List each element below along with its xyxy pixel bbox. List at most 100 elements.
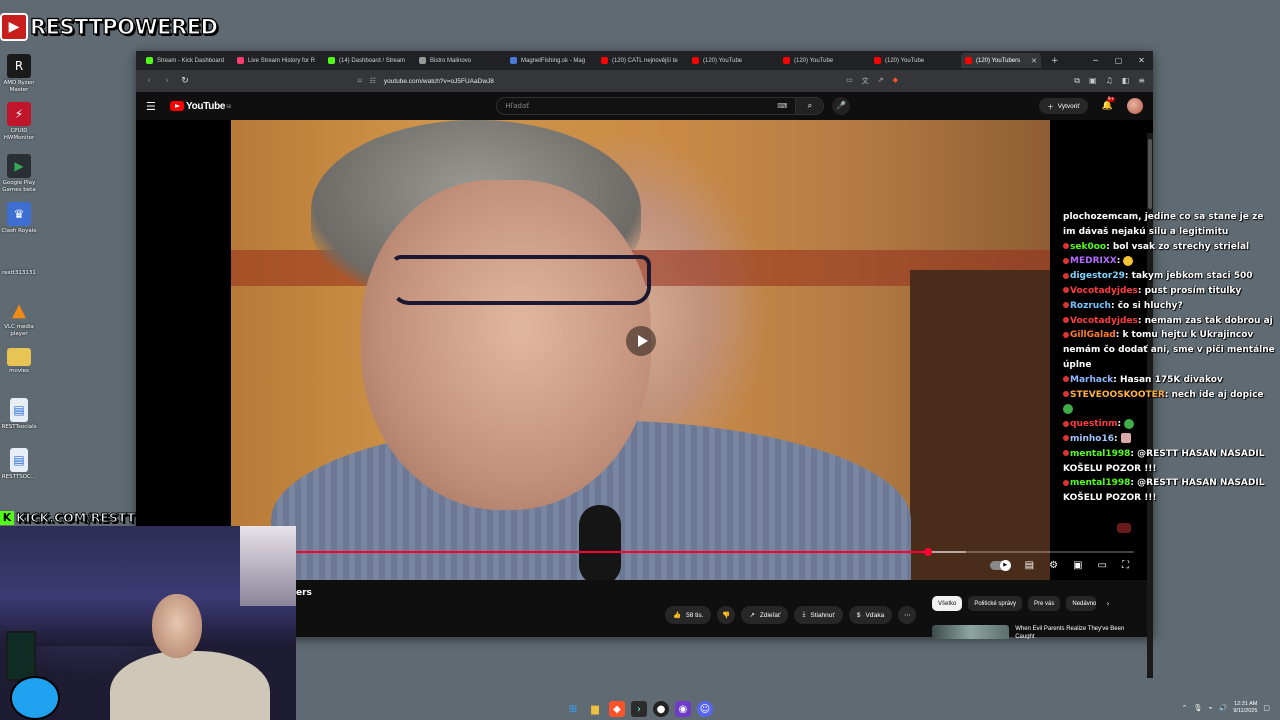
user-badge-icon (1063, 287, 1069, 294)
search-icon[interactable]: ⌕ (796, 97, 825, 115)
app-icon[interactable]: ◉ (675, 701, 691, 717)
stream-branding: ▶ RESTTPOWERED (0, 12, 219, 42)
desktop-icon-resttsocials[interactable]: ▤ RESTTsocials (0, 398, 38, 431)
tab-youtube-1[interactable]: (120) YouTube (688, 53, 779, 68)
fullscreen-icon[interactable]: ⛶ (1122, 560, 1129, 571)
youtube-favicon-icon (965, 57, 972, 64)
webcam-pc-case (6, 631, 36, 681)
miniplayer-icon[interactable]: ▣ (1073, 560, 1082, 571)
wallet-icon[interactable]: ▣ (1089, 76, 1097, 86)
desktop-icon-hwmonitor[interactable]: ⚡ CPUID HWMonitor (0, 102, 38, 141)
recommended-video[interactable]: When Evil Parents Realize They've Been C… (932, 625, 1132, 639)
tab-catl-youtube[interactable]: (120) CATL nejnovější te (597, 53, 688, 68)
tab-kick-dashboard[interactable]: Stream - Kick Dashboard (142, 53, 233, 68)
discord-icon[interactable]: ☺ (697, 701, 713, 717)
video-player[interactable]: ▤ ⚙ ▣ ▭ ⛶ (136, 120, 1153, 580)
omnibox[interactable]: ⌑ ☷ youtube.com/watch?v=oJ5FUAaDwJ8 ▭ 文 … (358, 73, 898, 89)
reload-icon[interactable]: ↻ (180, 76, 190, 86)
tab-youtube-3[interactable]: (120) YouTube (870, 53, 961, 68)
webcam-light (240, 526, 296, 606)
desktop-icon-movies[interactable]: movies (0, 348, 38, 375)
menu-icon[interactable]: ≡ (1138, 76, 1145, 86)
download-button[interactable]: ⤓ Stiahnuť (794, 606, 843, 624)
youtube-logo[interactable]: YouTube SK (170, 101, 231, 112)
avatar[interactable] (1127, 98, 1143, 114)
url-text[interactable]: youtube.com/watch?v=oJ5FUAaDwJ8 (384, 78, 838, 85)
desktop-icon-clash-royale[interactable]: ♛ Clash Royale (0, 202, 38, 235)
forward-icon[interactable]: › (162, 76, 172, 86)
install-icon[interactable]: ▭ (846, 76, 853, 86)
hamburger-menu-icon[interactable]: ☰ (146, 100, 162, 113)
chip-recent[interactable]: Nedávno (1066, 596, 1097, 611)
brave-shield-icon[interactable]: ◆ (893, 76, 898, 86)
sidebar-icon[interactable]: ◧ (1122, 76, 1130, 86)
notification-center-icon[interactable]: ▢ (1263, 704, 1270, 712)
windows-start-icon[interactable]: ⊞ (565, 701, 581, 717)
desktop-icon-vlc[interactable]: ▲ VLC media player (0, 298, 38, 337)
youtube-favicon-icon (783, 57, 790, 64)
obs-icon[interactable]: ● (653, 701, 669, 717)
network-icon[interactable]: ⌁ (1208, 704, 1212, 712)
chat-message: Vocotadyjdes: nemam zas tak dobrou aj (1063, 314, 1275, 329)
tab-bistro-malinovo[interactable]: Bistro Malinovo (415, 53, 506, 68)
document-icon: ▤ (10, 448, 28, 472)
translate-icon[interactable]: 文 (862, 76, 869, 86)
chip-for-you[interactable]: Pre vás (1028, 596, 1061, 611)
autoplay-toggle[interactable] (989, 560, 1011, 571)
volume-icon[interactable]: 🔊 (1219, 704, 1228, 712)
file-explorer-icon[interactable]: ▆ (587, 701, 603, 717)
video-thumbnail[interactable] (932, 625, 1010, 639)
desktop-icon-restt313131[interactable]: restt313131 (0, 260, 38, 277)
thanks-button[interactable]: $ Vďaka (848, 606, 893, 624)
close-tab-icon[interactable]: ✕ (1031, 57, 1037, 65)
download-icon: ⤓ (802, 611, 806, 618)
back-icon[interactable]: ‹ (144, 76, 154, 86)
theater-mode-icon[interactable]: ▭ (1098, 560, 1107, 571)
site-info-icon[interactable]: ☷ (370, 77, 376, 85)
search-input[interactable]: Hľadať ⌨ (496, 97, 797, 115)
new-tab-button[interactable]: + (1051, 56, 1059, 66)
settings-gear-icon[interactable]: ⚙ (1049, 560, 1058, 571)
more-actions-button[interactable]: ⋯ (898, 606, 917, 624)
desktop-icon-resttsoc[interactable]: ▤ RESTTSOC... (0, 448, 38, 481)
brave-browser-icon[interactable]: ◆ (609, 701, 625, 717)
tab-magnetfishing[interactable]: MagnetFishing.sk - Mag (506, 53, 597, 68)
player-controls: ▤ ⚙ ▣ ▭ ⛶ (989, 560, 1129, 571)
scrollbar-thumb[interactable] (1148, 139, 1152, 209)
minimize-icon[interactable]: ─ (1084, 56, 1107, 65)
terminal-icon[interactable]: › (631, 701, 647, 717)
desktop-icon-google-play-games[interactable]: ▶ Google Play Games beta (0, 154, 38, 193)
share-icon[interactable]: ⇗ (878, 76, 884, 86)
green-emote-icon (1063, 403, 1073, 414)
bookmark-icon[interactable]: ⌑ (358, 77, 362, 85)
progress-bar[interactable] (294, 548, 1134, 556)
extensions-icon[interactable]: ⧉ (1074, 76, 1080, 86)
media-icon[interactable]: ♫ (1106, 76, 1113, 86)
chip-all[interactable]: Všetko (932, 596, 963, 611)
create-button[interactable]: ＋ Vytvoriť (1039, 98, 1088, 114)
clock[interactable]: 12:31 AM 9/11/2025 (1233, 701, 1257, 715)
maximize-icon[interactable]: ▢ (1107, 56, 1130, 65)
recommended-video-title[interactable]: When Evil Parents Realize They've Been C… (1015, 625, 1132, 639)
keyboard-icon[interactable]: ⌨ (777, 102, 787, 110)
dislike-button[interactable]: 👎 (717, 606, 736, 624)
subtitles-icon[interactable]: ▤ (1025, 560, 1034, 571)
user-badge-icon (1063, 331, 1069, 338)
desktop-icon-amd-ryzen-master[interactable]: R AMD Ryzen Master (0, 54, 38, 93)
tab-dashboard-stream[interactable]: (14) Dashboard / Stream (324, 53, 415, 68)
like-button[interactable]: 👍 58 tis. (665, 606, 712, 624)
notifications-bell-icon[interactable]: 🔔 9+ (1102, 97, 1116, 111)
video-actions: 👍 58 tis. 👎 ↗ Zdieľať ⤓ Stiahnuť $ Vďaka ⋯ (665, 606, 917, 624)
tray-chevron-up-icon[interactable]: ⌃ (1182, 704, 1188, 712)
microphone-icon[interactable]: 🎤 (832, 97, 851, 115)
share-button[interactable]: ↗ Zdieľať (741, 606, 789, 624)
tab-youtube-2[interactable]: (120) YouTube (779, 53, 870, 68)
big-play-icon[interactable] (626, 326, 656, 356)
tray-mic-icon[interactable]: 🎙 (1193, 704, 1202, 712)
chip-political-news[interactable]: Politické správy (968, 596, 1023, 611)
tab-stream-history[interactable]: Live Stream History for R (233, 53, 324, 68)
close-window-icon[interactable]: ✕ (1130, 56, 1153, 65)
tab-youtubers-active[interactable]: (120) YouTubers ✕ (961, 53, 1041, 68)
chevron-right-icon[interactable]: › (1106, 599, 1109, 608)
kick-channel-label: K KICK.COM/RESTT (0, 509, 136, 526)
